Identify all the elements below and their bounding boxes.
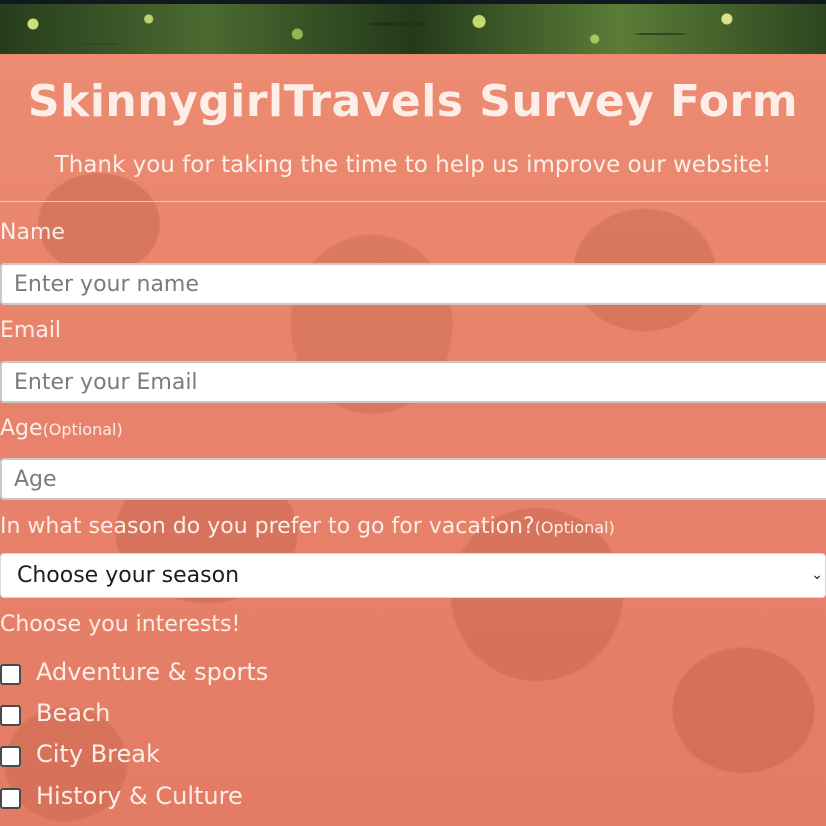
background-jungle-image [0,4,826,54]
beach-checkbox[interactable] [0,705,21,726]
survey-page: SkinnygirlTravels Survey Form Thank you … [0,0,826,826]
season-select-value: Choose your season [17,563,240,588]
age-label-text: Age [0,416,43,441]
season-select[interactable]: Choose your season ⌄ [0,553,826,598]
age-input[interactable] [0,458,826,500]
season-label: In what season do you prefer to go for v… [0,514,615,539]
city-break-checkbox-label[interactable]: City Break [36,740,160,768]
age-label: Age(Optional) [0,416,123,441]
email-label: Email [0,318,62,343]
beach-checkbox-label[interactable]: Beach [36,699,110,727]
history-culture-checkbox[interactable] [0,788,21,809]
chevron-down-icon: ⌄ [811,567,823,583]
adventure-checkbox[interactable] [0,664,21,685]
name-label: Name [0,220,65,245]
page-subtitle: Thank you for taking the time to help us… [54,152,772,178]
interests-label: Choose you interests! [0,612,241,637]
city-break-checkbox[interactable] [0,746,21,767]
age-optional-note: (Optional) [42,420,123,439]
page-title: SkinnygirlTravels Survey Form [27,76,799,127]
season-optional-note: (Optional) [534,518,615,537]
name-input[interactable] [0,263,826,305]
season-label-text: In what season do you prefer to go for v… [0,514,535,539]
history-culture-checkbox-label[interactable]: History & Culture [36,782,243,810]
email-input[interactable] [0,361,826,403]
adventure-checkbox-label[interactable]: Adventure & sports [36,658,268,686]
header-divider [0,201,826,202]
